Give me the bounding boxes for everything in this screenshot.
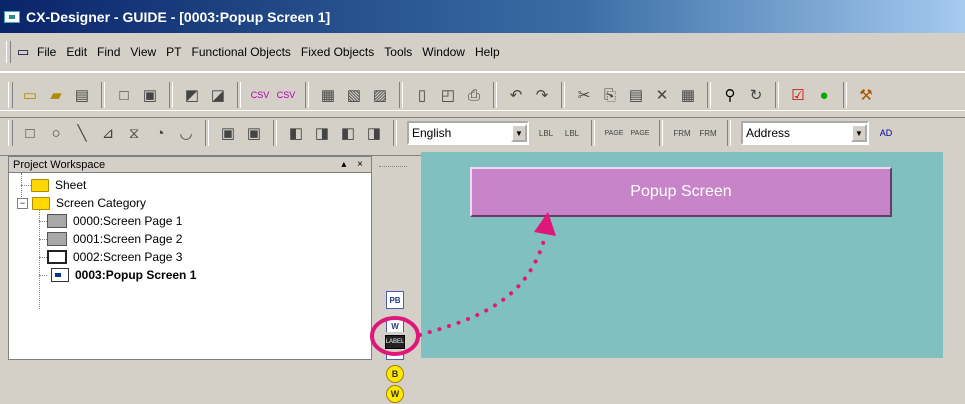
bit-lamp-tool[interactable]: B: [385, 364, 405, 384]
arrow-head: [534, 212, 556, 236]
word-lamp-icon: W: [386, 385, 404, 403]
annotation-overlay: [370, 212, 556, 356]
word-lamp-tool[interactable]: W: [385, 384, 405, 404]
highlight-circle: [370, 316, 420, 356]
dotted-arrow: [418, 238, 546, 337]
bit-lamp-icon: B: [386, 365, 404, 383]
